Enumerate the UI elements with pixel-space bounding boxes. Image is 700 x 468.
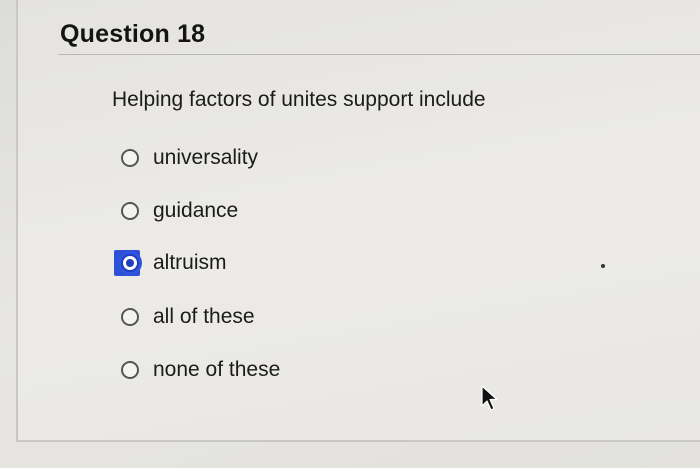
option-label: altruism	[153, 251, 227, 274]
option-label: all of these	[153, 305, 255, 328]
option-universality[interactable]: universality	[118, 142, 378, 174]
radio-empty-icon[interactable]	[121, 308, 139, 326]
option-label: universality	[153, 146, 259, 169]
mouse-pointer-icon	[481, 385, 498, 411]
screen-speck	[601, 264, 605, 268]
option-altruism[interactable]: altruism	[114, 247, 378, 279]
option-guidance[interactable]: guidance	[118, 195, 378, 227]
radio-empty-icon[interactable]	[121, 149, 139, 167]
option-none-of-these[interactable]: none of these	[118, 354, 378, 386]
question-panel: Question 18 Helping factors of unites su…	[16, 0, 700, 442]
option-all-of-these[interactable]: all of these	[118, 301, 378, 333]
option-label: guidance	[153, 199, 239, 222]
question-header: Question 18	[58, 14, 700, 55]
question-title: Question 18	[60, 20, 206, 48]
radio-selected-icon[interactable]	[121, 254, 139, 272]
radio-empty-icon[interactable]	[121, 361, 139, 379]
question-prompt: Helping factors of unites support includ…	[112, 88, 486, 111]
option-label: none of these	[153, 358, 281, 381]
radio-empty-icon[interactable]	[121, 202, 139, 220]
